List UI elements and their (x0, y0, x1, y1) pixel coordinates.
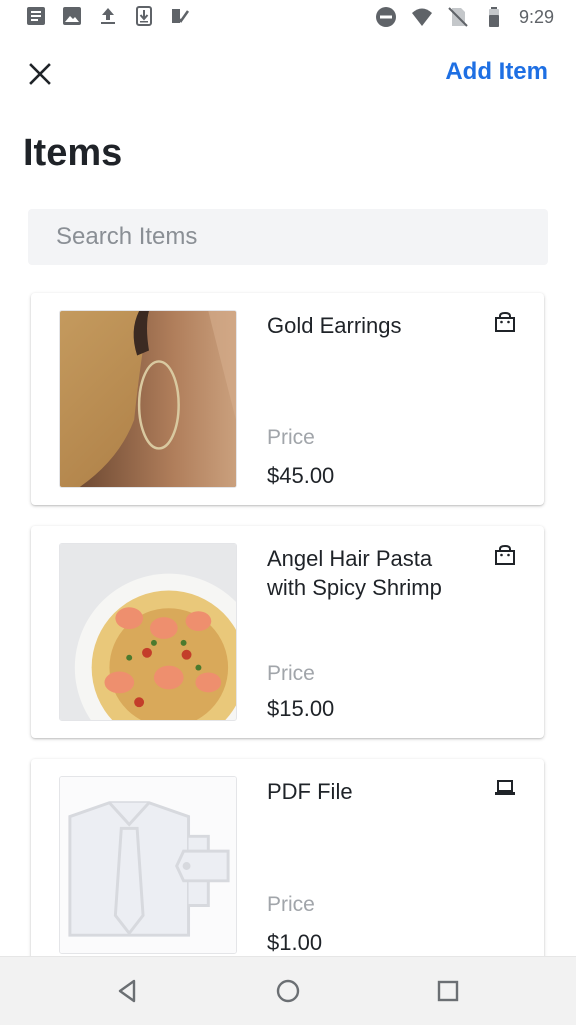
item-thumbnail (59, 310, 237, 488)
task-check-icon (172, 9, 190, 23)
status-time: 9:29 (518, 7, 554, 27)
no-sim-icon (448, 7, 468, 27)
app-bar: Add Item (0, 52, 576, 96)
item-thumbnail (59, 776, 237, 954)
search-input[interactable] (28, 209, 548, 265)
status-bar-notifications (26, 6, 190, 26)
system-navigation-bar (0, 956, 576, 1025)
item-price: $1.00 (267, 930, 323, 955)
item-name: PDF File (267, 779, 353, 804)
wifi-icon (411, 8, 432, 26)
laptop-icon (495, 780, 515, 795)
do-not-disturb-icon (375, 7, 396, 27)
add-item-button[interactable]: Add Item (445, 58, 548, 86)
item-price: $15.00 (267, 696, 335, 721)
image-icon (63, 7, 81, 25)
item-name: Gold Earrings (267, 313, 402, 338)
close-icon[interactable] (26, 60, 54, 88)
item-thumbnail (59, 543, 237, 721)
shopping-bag-icon (495, 311, 515, 332)
shopping-bag-icon (495, 544, 515, 565)
price-label: Price (267, 662, 315, 685)
item-price: $45.00 (267, 463, 335, 488)
price-label: Price (267, 893, 315, 916)
placeholder-item-icon (60, 777, 236, 953)
item-card-pdf-file[interactable]: PDF File Price $1.00 (31, 759, 544, 971)
item-name: Angel Hair Pasta with Spicy Shrimp (267, 546, 442, 600)
back-icon[interactable] (114, 977, 142, 1005)
price-label: Price (267, 426, 315, 449)
status-bar: 9:29 (0, 0, 576, 36)
document-icon (27, 7, 45, 25)
home-icon[interactable] (274, 977, 302, 1005)
pasta-photo (60, 544, 236, 720)
upload-icon (101, 8, 115, 24)
download-icon (136, 6, 152, 26)
item-card-gold-earrings[interactable]: Gold Earrings Price $45.00 (31, 293, 544, 505)
item-card-angel-hair-pasta[interactable]: Angel Hair Pasta with Spicy Shrimp Price… (31, 526, 544, 738)
battery-icon (488, 7, 499, 27)
recents-icon[interactable] (434, 977, 462, 1005)
page-title: Items (23, 132, 123, 174)
status-bar-system: 9:29 (375, 6, 554, 28)
earrings-photo (60, 311, 236, 487)
